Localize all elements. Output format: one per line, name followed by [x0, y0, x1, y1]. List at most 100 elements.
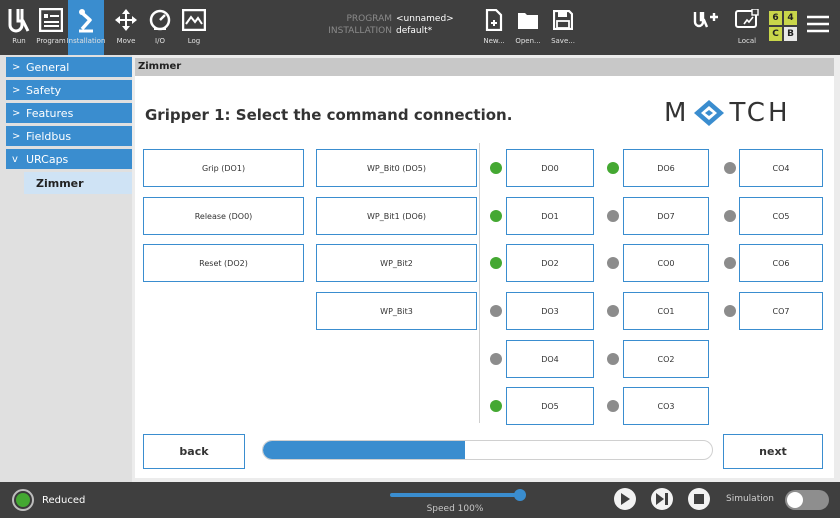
step-icon	[656, 493, 668, 505]
wizard-progress-bar	[262, 440, 713, 460]
io-label: I/O	[155, 37, 165, 45]
local-control-button[interactable]: Local	[730, 0, 764, 55]
toggle-knob	[787, 492, 803, 508]
output-status-dot	[724, 210, 736, 222]
output-status-dot	[724, 257, 736, 269]
top-bar: Run Program Installation Move I/O Log PR…	[0, 0, 840, 55]
wp-bit3-button[interactable]: WP_Bit3	[316, 292, 477, 330]
ur-plus-icon	[693, 6, 719, 34]
save-icon	[550, 6, 576, 34]
simulation-toggle[interactable]	[785, 490, 829, 510]
output-co3-button[interactable]: CO3	[623, 387, 709, 425]
folder-icon	[515, 6, 541, 34]
badge-cell: 6	[769, 11, 782, 25]
open-button[interactable]: Open...	[512, 0, 544, 55]
program-label: Program	[36, 37, 66, 45]
urplus-button[interactable]	[692, 0, 720, 55]
output-co1-button[interactable]: CO1	[623, 292, 709, 330]
speed-slider-handle[interactable]	[514, 489, 526, 501]
badge-cell: 4	[784, 11, 797, 25]
output-co0-button[interactable]: CO0	[623, 244, 709, 282]
sidebar-item-urcaps[interactable]: v URCaps	[6, 149, 132, 169]
chevron-right-icon: >	[12, 130, 21, 142]
output-do7-button[interactable]: DO7	[623, 197, 709, 235]
open-label: Open...	[515, 37, 541, 45]
output-do1-button[interactable]: DO1	[506, 197, 594, 235]
output-do0-button[interactable]: DO0	[506, 149, 594, 187]
output-co7-button[interactable]: CO7	[739, 292, 823, 330]
new-button[interactable]: New...	[480, 0, 508, 55]
bottom-bar: Reduced Speed 100% Simulation	[0, 482, 840, 518]
save-button[interactable]: Save...	[548, 0, 578, 55]
output-status-dot	[607, 400, 619, 412]
sidebar-item-label: URCaps	[26, 152, 69, 166]
hamburger-menu-icon	[806, 14, 830, 38]
output-co2-button[interactable]: CO2	[623, 340, 709, 378]
chevron-down-icon: v	[12, 153, 18, 165]
sidebar-item-general[interactable]: > General	[6, 57, 132, 77]
output-status-dot	[490, 400, 502, 412]
new-file-icon	[481, 6, 507, 34]
local-label: Local	[737, 37, 757, 45]
output-status-dot	[724, 162, 736, 174]
chevron-right-icon: >	[12, 61, 21, 73]
page-title: Gripper 1: Select the command connection…	[145, 106, 513, 124]
output-status-dot	[607, 257, 619, 269]
output-status-dot	[724, 305, 736, 317]
installation-key: INSTALLATION	[328, 26, 392, 36]
sidebar-item-label: General	[26, 60, 70, 74]
output-do3-button[interactable]: DO3	[506, 292, 594, 330]
installation-label: Installation	[66, 37, 106, 45]
main-panel: Zimmer Gripper 1: Select the command con…	[135, 58, 834, 478]
back-button[interactable]: back	[143, 434, 245, 469]
program-key: PROGRAM	[346, 14, 392, 24]
output-do5-button[interactable]: DO5	[506, 387, 594, 425]
chevron-right-icon: >	[12, 84, 21, 96]
wp-bit1-button[interactable]: WP_Bit1 (DO6)	[316, 197, 477, 235]
mode-label: Reduced	[42, 494, 86, 506]
save-label: Save...	[551, 37, 575, 45]
program-name: <unnamed>	[396, 14, 454, 24]
new-label: New...	[483, 37, 505, 45]
output-co4-button[interactable]: CO4	[739, 149, 823, 187]
output-do2-button[interactable]: DO2	[506, 244, 594, 282]
output-co5-button[interactable]: CO5	[739, 197, 823, 235]
logo-text-right: TCH	[729, 98, 791, 128]
sidebar-subitem-zimmer[interactable]: Zimmer	[24, 172, 132, 194]
speed-mode-indicator[interactable]: Reduced	[12, 489, 85, 511]
sidebar-item-safety[interactable]: > Safety	[6, 80, 132, 100]
stop-button[interactable]	[688, 488, 710, 510]
next-button[interactable]: next	[723, 434, 823, 469]
installation-sidebar: > General > Safety > Features > Fieldbus v UR…	[0, 55, 132, 482]
status-badge-grid[interactable]: 6 4 C B	[769, 11, 797, 41]
match-logo: M TCH	[664, 98, 791, 128]
output-do6-button[interactable]: DO6	[623, 149, 709, 187]
progress-fill	[263, 441, 466, 459]
output-status-dot	[490, 162, 502, 174]
sidebar-item-fieldbus[interactable]: > Fieldbus	[6, 126, 132, 146]
speed-slider-track[interactable]	[390, 493, 520, 497]
log-label: Log	[187, 37, 201, 45]
output-do4-button[interactable]: DO4	[506, 340, 594, 378]
logo-text-left: M	[664, 98, 690, 128]
step-button[interactable]	[651, 488, 673, 510]
program-info: PROGRAM <unnamed> INSTALLATION default*	[0, 13, 470, 37]
move-label: Move	[116, 37, 136, 45]
wp-bit0-button[interactable]: WP_Bit0 (DO5)	[316, 149, 477, 187]
output-status-dot	[490, 257, 502, 269]
chevron-right-icon: >	[12, 107, 21, 119]
teach-pendant-icon	[734, 6, 760, 34]
run-label: Run	[12, 37, 26, 45]
power-status-icon	[12, 489, 34, 511]
reset-command-button[interactable]: Reset (DO2)	[143, 244, 304, 282]
logo-diamond-icon	[694, 100, 725, 126]
output-co6-button[interactable]: CO6	[739, 244, 823, 282]
menu-button[interactable]	[802, 0, 834, 55]
play-button[interactable]	[614, 488, 636, 510]
wp-bit2-button[interactable]: WP_Bit2	[316, 244, 477, 282]
release-command-button[interactable]: Release (DO0)	[143, 197, 304, 235]
output-status-dot	[490, 305, 502, 317]
sidebar-item-features[interactable]: > Features	[6, 103, 132, 123]
sidebar-item-label: Features	[26, 106, 74, 120]
grip-command-button[interactable]: Grip (DO1)	[143, 149, 304, 187]
